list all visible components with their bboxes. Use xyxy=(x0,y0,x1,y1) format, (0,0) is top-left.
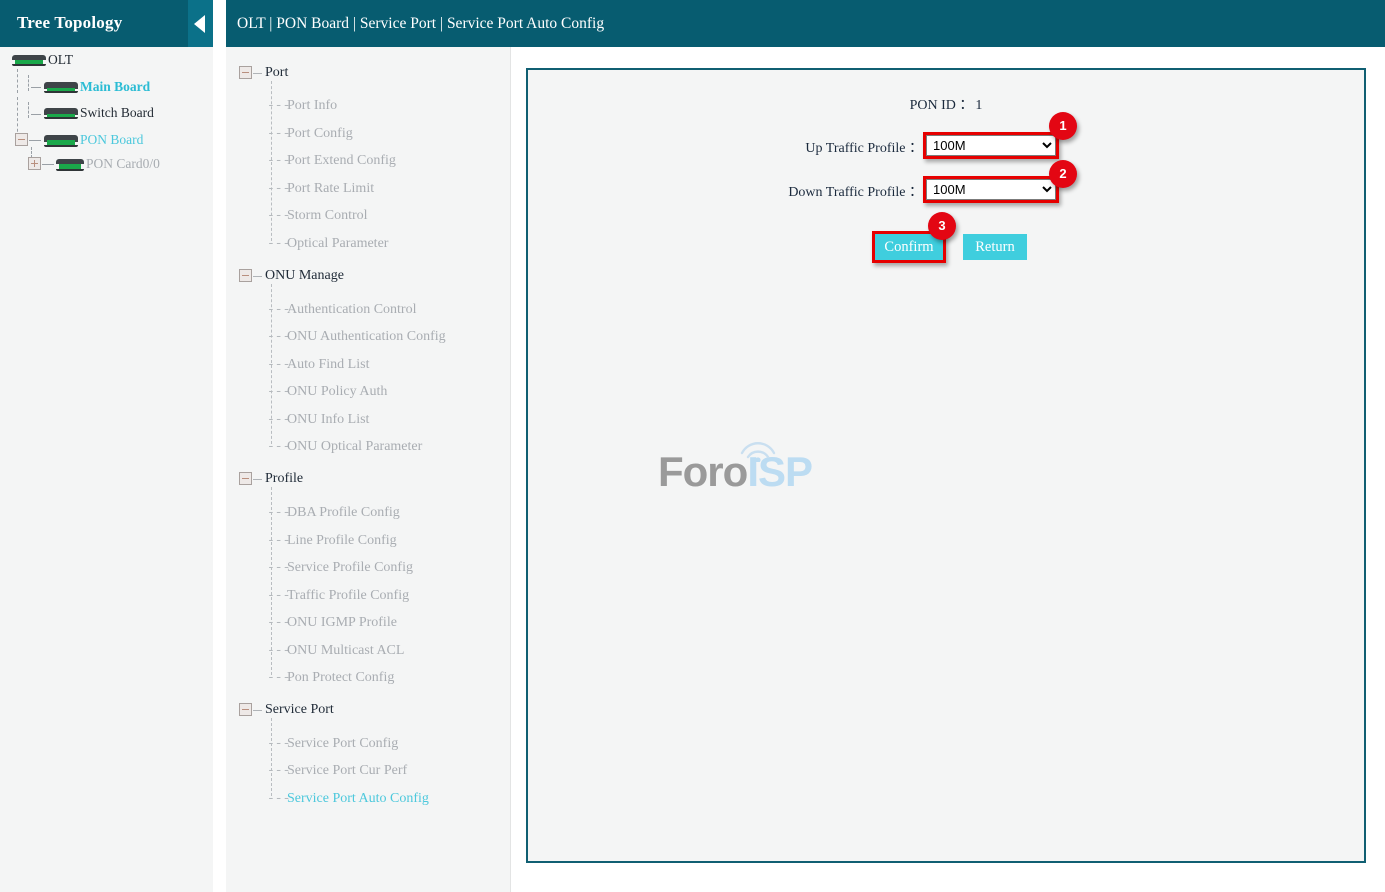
tree-topology-sidebar: Tree Topology OLT Main Board Sw xyxy=(0,0,213,892)
nav-item-onu-info-list[interactable]: ONU Info List xyxy=(287,412,369,428)
nav-item-onu-authentication-config[interactable]: ONU Authentication Config xyxy=(287,329,446,345)
device-card-icon xyxy=(56,159,84,170)
nav-item-port-extend-config[interactable]: Port Extend Config xyxy=(287,153,396,169)
tree-item-label: Switch Board xyxy=(80,105,154,120)
nav-connector xyxy=(253,73,262,74)
tree-item-switch-board[interactable]: Switch Board xyxy=(44,103,154,123)
nav-item-onu-optical-parameter[interactable]: ONU Optical Parameter xyxy=(287,439,422,455)
tree-item-olt[interactable]: OLT xyxy=(12,50,73,70)
annotation-badge-2: 2 xyxy=(1049,160,1077,188)
watermark-text: ForoISP xyxy=(658,448,812,496)
nav-item-optical-parameter[interactable]: Optical Parameter xyxy=(287,236,388,252)
tree-connector xyxy=(28,75,29,91)
nav-item-port-config[interactable]: Port Config xyxy=(287,126,353,142)
tree-item-main-board[interactable]: Main Board xyxy=(44,77,150,97)
wifi-arcs-icon xyxy=(736,436,780,462)
chevron-left-icon xyxy=(194,15,205,33)
watermark-text-primary: Foro xyxy=(658,448,747,495)
annotation-badge-3: 3 xyxy=(928,212,956,240)
sidebar-header: Tree Topology xyxy=(0,0,213,47)
nav-item-storm-control[interactable]: Storm Control xyxy=(287,208,368,224)
device-board-icon xyxy=(44,82,78,93)
device-board-icon xyxy=(44,108,78,119)
nav-group-label-service-port: Service Port xyxy=(265,702,334,718)
nav-connector xyxy=(253,710,262,711)
nav-group-toggle-onu-manage[interactable] xyxy=(239,269,252,282)
nav-item-onu-multicast-acl[interactable]: ONU Multicast ACL xyxy=(287,643,404,659)
tree-connector xyxy=(31,87,41,88)
nav-group-toggle-port[interactable] xyxy=(239,66,252,79)
foroisp-watermark: ForoISP xyxy=(638,440,878,510)
tree-item-label: PON Card0/0 xyxy=(86,156,160,171)
up-traffic-profile-select[interactable]: 100M xyxy=(926,135,1056,156)
tree-connector xyxy=(42,164,54,165)
nav-item-port-rate-limit[interactable]: Port Rate Limit xyxy=(287,181,374,197)
device-olt-icon xyxy=(12,55,46,66)
nav-group-toggle-profile[interactable] xyxy=(239,472,252,485)
nav-item-onu-igmp-profile[interactable]: ONU IGMP Profile xyxy=(287,615,397,631)
up-traffic-profile-label: Up Traffic Profile ： xyxy=(805,137,923,157)
breadcrumb: OLT | PON Board | Service Port | Service… xyxy=(237,15,604,33)
nav-connector xyxy=(253,479,262,480)
down-traffic-profile-row: Down Traffic Profile ： xyxy=(528,181,923,202)
annotation-badge-1: 1 xyxy=(1049,112,1077,140)
down-traffic-profile-select[interactable]: 100M xyxy=(926,179,1056,200)
nav-item-service-port-cur-perf[interactable]: Service Port Cur Perf xyxy=(287,763,407,779)
sidebar-title: Tree Topology xyxy=(17,13,122,33)
nav-item-line-profile-config[interactable]: Line Profile Config xyxy=(287,533,397,549)
pon-id-row: PON ID ：1 xyxy=(528,94,1364,114)
nav-item-service-port-config[interactable]: Service Port Config xyxy=(287,736,398,752)
nav-group-label-profile: Profile xyxy=(265,471,303,487)
nav-group-label-onu-manage: ONU Manage xyxy=(265,268,344,284)
nav-connector xyxy=(253,276,262,277)
tree-connector xyxy=(29,140,41,141)
nav-item-authentication-control[interactable]: Authentication Control xyxy=(287,302,416,318)
tree-connector xyxy=(17,97,18,137)
down-traffic-profile-label: Down Traffic Profile ： xyxy=(788,181,923,201)
nav-item-dba-profile-config[interactable]: DBA Profile Config xyxy=(287,505,400,521)
tree-item-pon-board[interactable]: PON Board xyxy=(44,130,143,150)
pon-id-label: PON ID ： xyxy=(910,98,974,113)
nav-group-label-port: Port xyxy=(265,65,288,81)
nav-item-traffic-profile-config[interactable]: Traffic Profile Config xyxy=(287,588,409,604)
collapse-sidebar-button[interactable] xyxy=(188,0,213,47)
page-header-bar: OLT | PON Board | Service Port | Service… xyxy=(226,0,1385,47)
section-nav-panel: Port --- Port Info --- Port Config --- P… xyxy=(226,47,511,892)
nav-item-auto-find-list[interactable]: Auto Find List xyxy=(287,357,369,373)
return-button[interactable]: Return xyxy=(963,234,1027,260)
nav-item-service-profile-config[interactable]: Service Profile Config xyxy=(287,560,413,576)
nav-item-port-info[interactable]: Port Info xyxy=(287,98,337,114)
confirm-button[interactable]: Confirm xyxy=(875,234,943,260)
tree-item-label: Main Board xyxy=(80,79,150,94)
up-traffic-profile-row: Up Traffic Profile ： xyxy=(528,137,923,158)
tree-connector xyxy=(31,114,41,115)
pon-id-value: 1 xyxy=(975,98,982,113)
tree-item-label: PON Board xyxy=(80,132,143,147)
nav-connector xyxy=(271,718,272,796)
nav-group-toggle-service-port[interactable] xyxy=(239,703,252,716)
nav-item-service-port-auto-config[interactable]: Service Port Auto Config xyxy=(287,791,429,807)
service-port-auto-config-panel: PON ID ：1 Up Traffic Profile ： 100M 1 Do… xyxy=(526,68,1366,863)
tree-connector xyxy=(28,102,29,118)
tree-connector xyxy=(17,69,18,93)
tree-expand-toggle-pon-card[interactable] xyxy=(28,157,41,170)
tree-item-pon-card[interactable]: PON Card0/0 xyxy=(56,154,160,174)
tree-collapse-toggle-pon-board[interactable] xyxy=(15,133,28,146)
main-content-area: PON ID ：1 Up Traffic Profile ： 100M 1 Do… xyxy=(512,47,1385,892)
nav-item-pon-protect-config[interactable]: Pon Protect Config xyxy=(287,670,394,686)
tree-item-label: OLT xyxy=(48,52,73,67)
device-board-icon xyxy=(44,135,78,146)
nav-item-onu-policy-auth[interactable]: ONU Policy Auth xyxy=(287,384,387,400)
